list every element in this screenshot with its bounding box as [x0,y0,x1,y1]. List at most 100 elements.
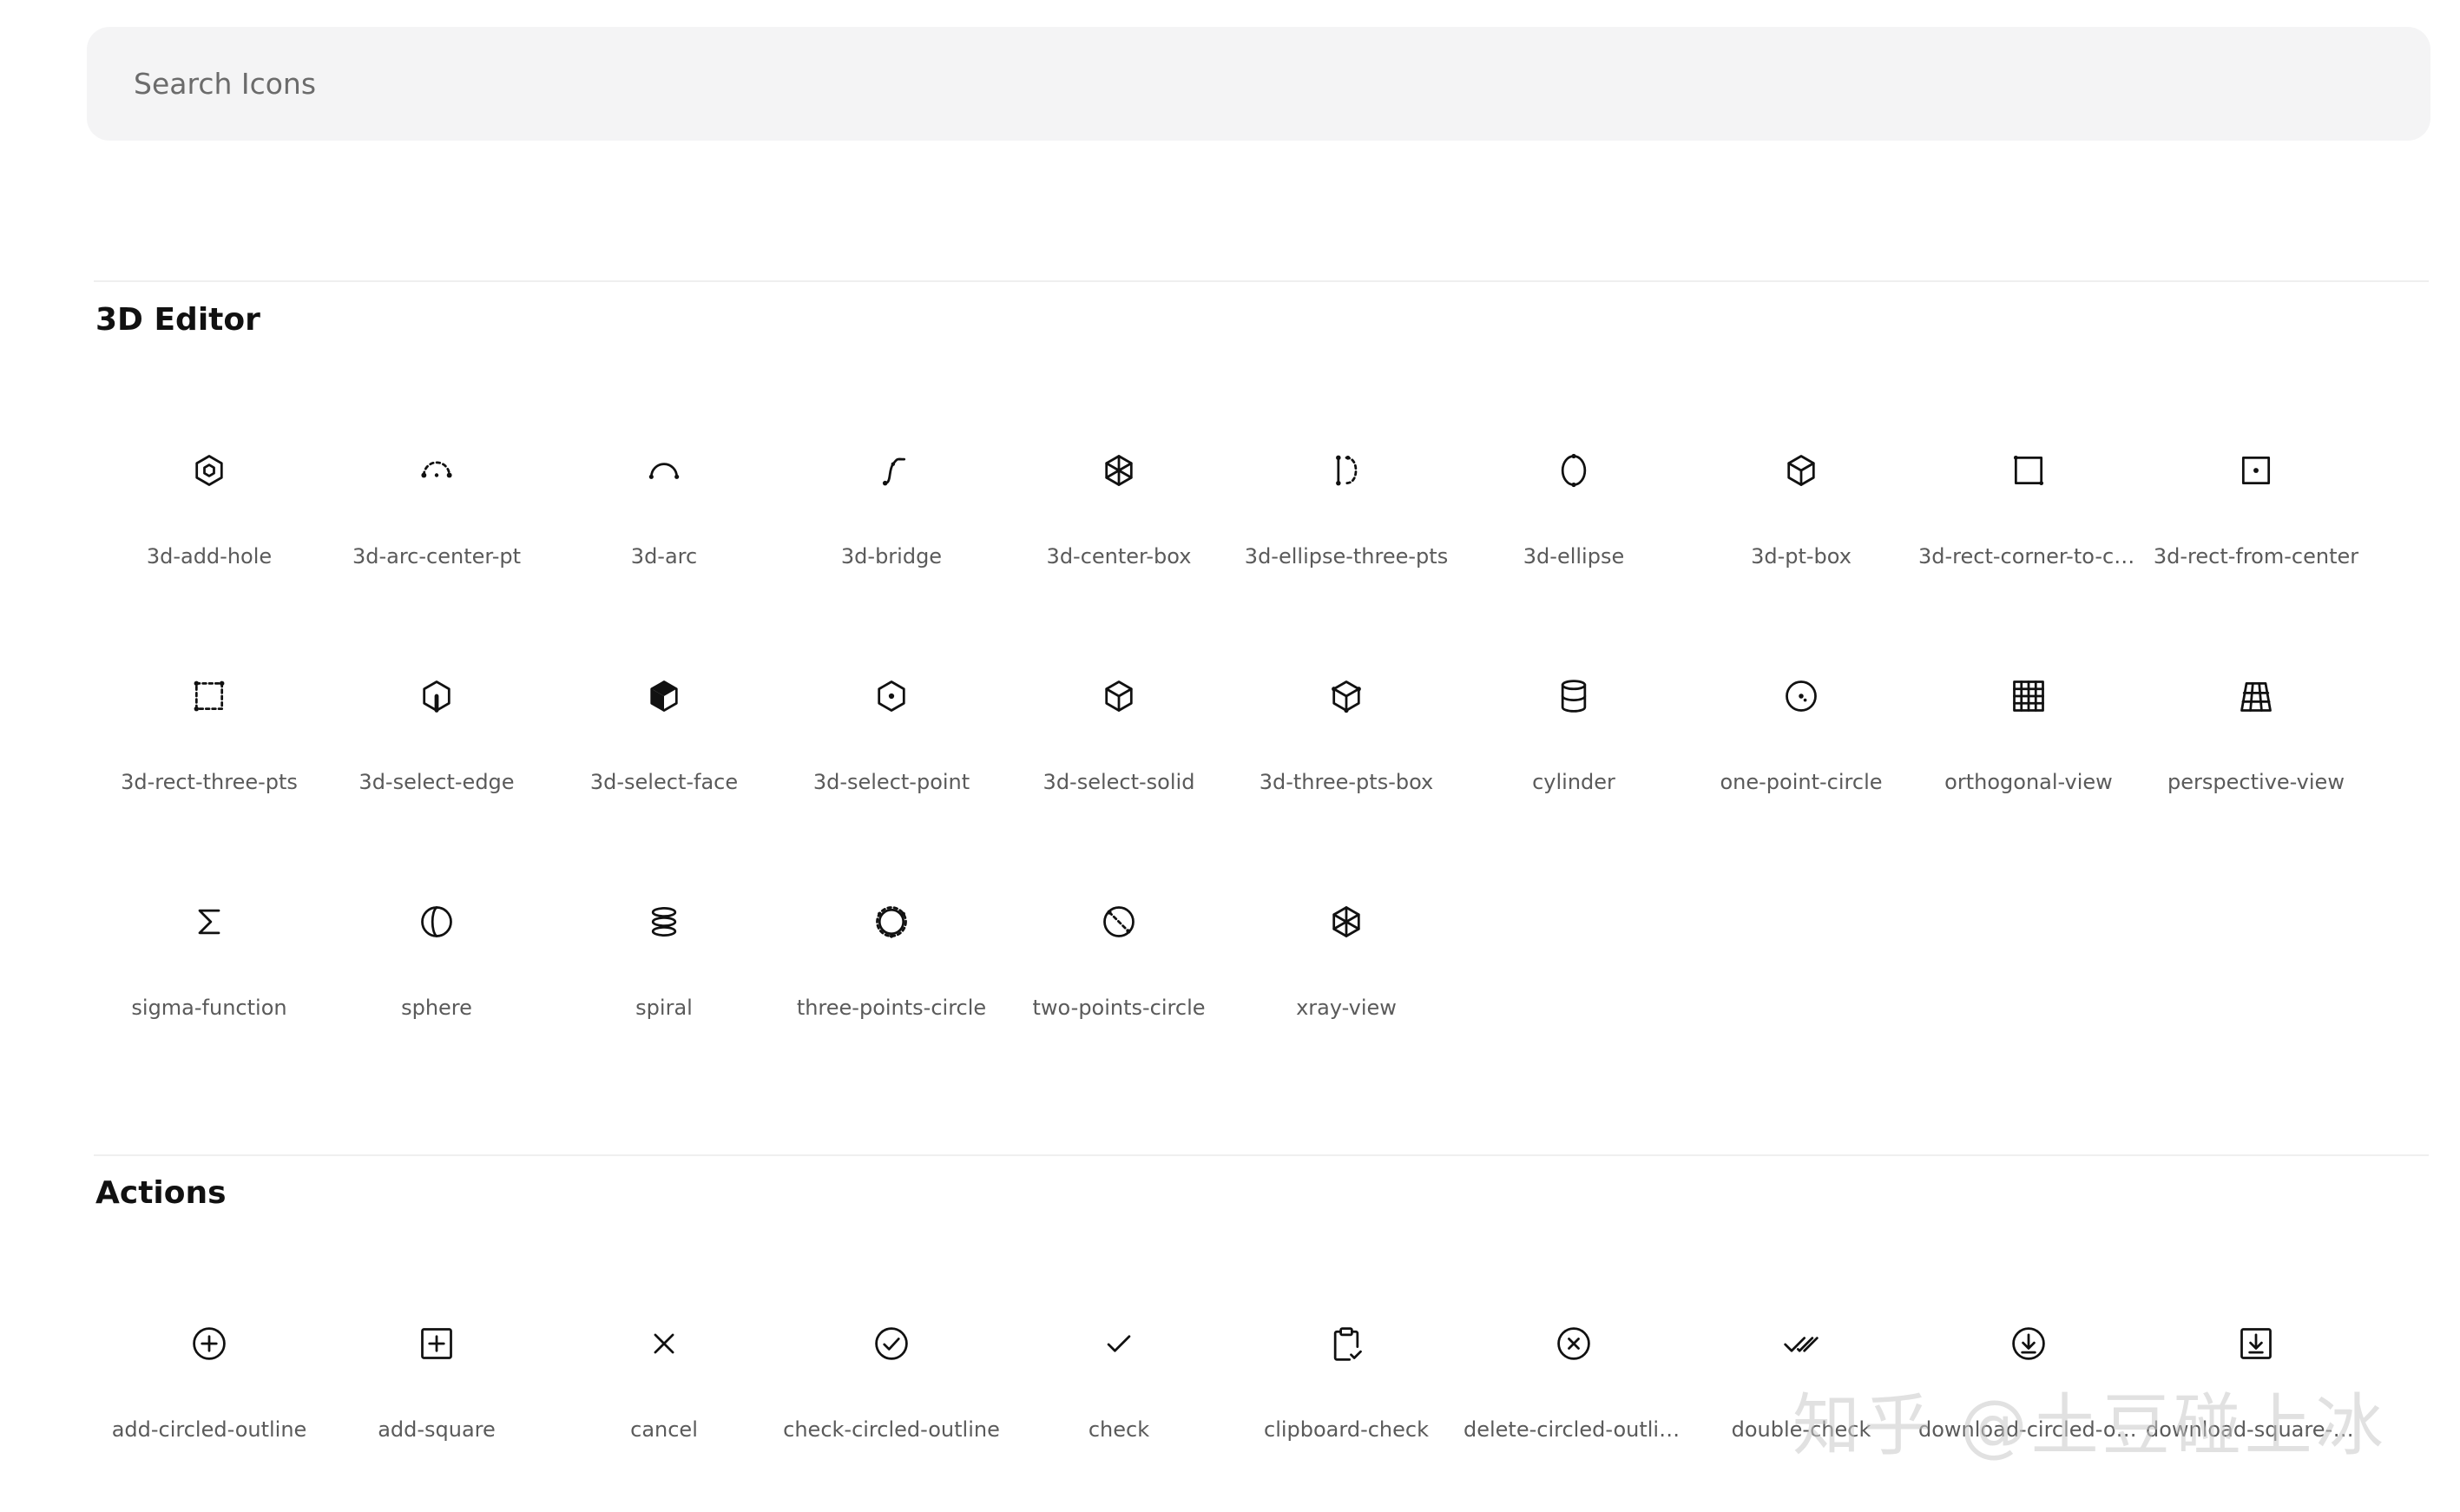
icon-tile-3d-select-face[interactable]: 3d-select-face [550,656,778,882]
icon-tile-download-circled-out[interactable]: download-circled-out... [1915,1304,2142,1512]
icon-tile-spiral[interactable]: spiral [550,882,778,1108]
icon-label: 3d-select-face [589,770,739,794]
icon-label: 3d-select-edge [358,770,515,794]
sigma-function-icon [190,903,228,941]
icon-label: three-points-circle [796,996,987,1020]
icon-tile-download-square-out[interactable]: download-square-out... [2142,1304,2370,1512]
3d-select-solid-icon [1100,677,1138,715]
icon-label: add-circled-outline [111,1417,307,1442]
clipboard-check-icon [1327,1325,1365,1363]
3d-rect-three-pts-icon [190,677,228,715]
icon-tile-cancel[interactable]: cancel [550,1304,778,1512]
icon-tile-3d-three-pts-box[interactable]: 3d-three-pts-box [1233,656,1460,882]
icon-tile-3d-select-point[interactable]: 3d-select-point [778,656,1005,882]
icon-library-page: 3D Editor 3d-add-hole3d-arc-center-pt3d-… [0,0,2460,1512]
icon-label: download-square-out... [2146,1417,2366,1442]
orthogonal-view-icon [2009,677,2048,715]
icon-tile-3d-select-edge[interactable]: 3d-select-edge [323,656,550,882]
3d-arc-center-pt-icon [418,451,456,490]
section-title-actions: Actions [95,1175,227,1211]
section-title-3d-editor: 3D Editor [95,302,260,338]
icon-tile-xray-view[interactable]: xray-view [1233,882,1460,1108]
icon-label: 3d-center-box [1046,544,1192,569]
sphere-icon [418,903,456,941]
icon-label: 3d-ellipse-three-pts [1244,544,1449,569]
3d-select-edge-icon [418,677,456,715]
icon-label: 3d-select-point [812,770,970,794]
icon-tile-double-check[interactable]: double-check [1687,1304,1915,1512]
icon-tile-3d-ellipse-three-pts[interactable]: 3d-ellipse-three-pts [1233,431,1460,656]
3d-arc-icon [645,451,683,490]
icon-label: delete-circled-outline [1464,1417,1684,1442]
icon-label: 3d-arc-center-pt [352,544,522,569]
icon-tile-3d-select-solid[interactable]: 3d-select-solid [1005,656,1233,882]
icon-grid-actions: add-circled-outline add-square cancel check… [95,1304,2370,1512]
icon-tile-sigma-function[interactable]: sigma-function [95,882,323,1108]
icon-tile-3d-arc-center-pt[interactable]: 3d-arc-center-pt [323,431,550,656]
icon-tile-3d-pt-box[interactable]: 3d-pt-box [1687,431,1915,656]
add-square-icon [418,1325,456,1363]
icon-grid-3d-editor: 3d-add-hole 3d-arc-center-pt 3d-arc 3d-brid… [95,431,2370,1108]
icon-label: one-point-circle [1720,770,1883,794]
3d-rect-from-center-icon [2237,451,2275,490]
perspective-view-icon [2237,677,2275,715]
icon-tile-two-points-circle[interactable]: two-points-circle [1005,882,1233,1108]
icon-tile-3d-rect-from-center[interactable]: 3d-rect-from-center [2142,431,2370,656]
icon-tile-cylinder[interactable]: cylinder [1460,656,1687,882]
search-bar[interactable] [87,27,2430,141]
icon-label: sphere [401,996,472,1020]
3d-select-face-icon [645,677,683,715]
double-check-icon [1782,1325,1820,1363]
3d-ellipse-icon [1555,451,1593,490]
icon-tile-3d-add-hole[interactable]: 3d-add-hole [95,431,323,656]
icon-tile-3d-center-box[interactable]: 3d-center-box [1005,431,1233,656]
cylinder-icon [1555,677,1593,715]
icon-tile-check-circled-outline[interactable]: check-circled-outline [778,1304,1005,1512]
icon-label: 3d-three-pts-box [1259,770,1434,794]
icon-label: check-circled-outline [783,1417,1000,1442]
icon-label: 3d-pt-box [1751,544,1852,569]
3d-bridge-icon [872,451,911,490]
icon-label: 3d-bridge [840,544,943,569]
delete-circled-outline-icon [1555,1325,1593,1363]
three-points-circle-icon [872,903,911,941]
icon-label: 3d-rect-three-pts [121,770,298,794]
icon-tile-three-points-circle[interactable]: three-points-circle [778,882,1005,1108]
search-input[interactable] [134,27,2356,141]
icon-tile-add-square[interactable]: add-square [323,1304,550,1512]
icon-tile-3d-rect-three-pts[interactable]: 3d-rect-three-pts [95,656,323,882]
icon-label: double-check [1731,1417,1871,1442]
two-points-circle-icon [1100,903,1138,941]
icon-tile-check[interactable]: check [1005,1304,1233,1512]
icon-tile-orthogonal-view[interactable]: orthogonal-view [1915,656,2142,882]
icon-label: sigma-function [131,996,287,1020]
3d-pt-box-icon [1782,451,1820,490]
icon-tile-delete-circled-outline[interactable]: delete-circled-outline [1460,1304,1687,1512]
3d-select-point-icon [872,677,911,715]
icon-label: cancel [630,1417,698,1442]
icon-tile-clipboard-check[interactable]: clipboard-check [1233,1304,1460,1512]
icon-tile-perspective-view[interactable]: perspective-view [2142,656,2370,882]
spiral-icon [645,903,683,941]
icon-tile-3d-ellipse[interactable]: 3d-ellipse [1460,431,1687,656]
icon-label: orthogonal-view [1944,770,2113,794]
icon-label: check [1088,1417,1150,1442]
section-divider [94,1154,2429,1156]
xray-view-icon [1327,903,1365,941]
icon-tile-one-point-circle[interactable]: one-point-circle [1687,656,1915,882]
icon-tile-3d-arc[interactable]: 3d-arc [550,431,778,656]
icon-tile-sphere[interactable]: sphere [323,882,550,1108]
icon-tile-3d-rect-corner-to-co[interactable]: 3d-rect-corner-to-co... [1915,431,2142,656]
check-circled-outline-icon [872,1325,911,1363]
download-circled-outline-icon [2009,1325,2048,1363]
3d-three-pts-box-icon [1327,677,1365,715]
3d-add-hole-icon [190,451,228,490]
icon-label: 3d-add-hole [146,544,273,569]
icon-tile-3d-bridge[interactable]: 3d-bridge [778,431,1005,656]
icon-label: 3d-rect-from-center [2153,544,2359,569]
icon-label: cylinder [1532,770,1615,794]
icon-label: 3d-ellipse [1523,544,1625,569]
cancel-icon [645,1325,683,1363]
icon-label: 3d-rect-corner-to-co... [1918,544,2139,569]
icon-tile-add-circled-outline[interactable]: add-circled-outline [95,1304,323,1512]
